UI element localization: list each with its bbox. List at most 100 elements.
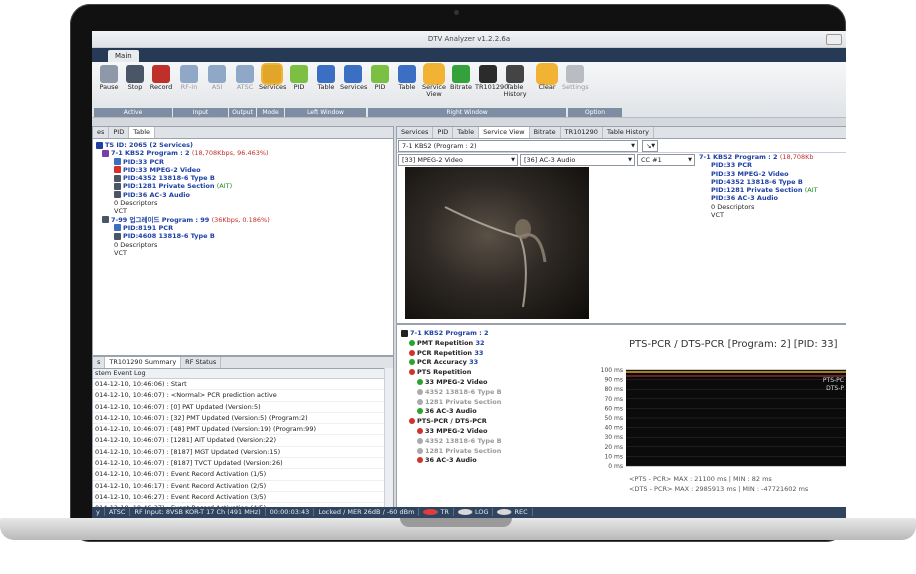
tree-row[interactable]: PID:1281 Private Section (AIT): [96, 182, 390, 190]
tr-row[interactable]: 1281 Private Section: [401, 447, 502, 457]
log-entry: 014-12-10, 10:46:07) : [32] PMT Updated …: [93, 413, 393, 425]
status-item[interactable]: TR: [419, 508, 454, 516]
stack-icon: [506, 65, 524, 83]
tab-main[interactable]: Main: [108, 50, 139, 62]
tree-row[interactable]: PID:36 AC-3 Audio: [699, 194, 818, 202]
settings-button[interactable]: Settings: [562, 65, 589, 91]
tree-row[interactable]: PID:1281 Private Section (AIT: [699, 186, 818, 194]
tree-row[interactable]: PID:8191 PCR: [96, 224, 390, 232]
status-dot: [417, 388, 423, 395]
tree-row[interactable]: 7-99 업그레이드 Program : 99 (36Kbps, 0.186%): [96, 216, 390, 224]
video-preview: [405, 167, 589, 319]
tree-row[interactable]: 0 Descriptors: [96, 199, 390, 207]
clear-button[interactable]: Clear: [534, 65, 560, 91]
table-button[interactable]: Table: [394, 65, 420, 91]
tr-row[interactable]: 4352 13818-6 Type B: [401, 388, 502, 398]
tab-bitrate[interactable]: Bitrate: [530, 127, 561, 138]
event-log-list: 014-12-10, 10:46:06) : Start 014-12-10, 1…: [93, 379, 393, 507]
tree-row[interactable]: PID:33 MPEG-2 Video: [699, 170, 818, 178]
tree-row[interactable]: PID:4608 13818-6 Type B: [96, 232, 390, 240]
tree-row[interactable]: PID:4352 13818-6 Type B: [699, 178, 818, 186]
minimize-button[interactable]: [826, 34, 842, 45]
tab-tr101290-summary[interactable]: TR101290 Summary: [105, 357, 182, 368]
tree-row[interactable]: PID:33 PCR: [96, 158, 390, 166]
log-entry: 014-12-10, 10:46:07) : [1281] AIT Update…: [93, 435, 393, 447]
tab-pid[interactable]: PID: [109, 127, 130, 138]
tree-row[interactable]: 0 Descriptors: [96, 241, 390, 249]
tree-row[interactable]: VCT: [96, 207, 390, 215]
tree-row[interactable]: PID:4352 13818-6 Type B: [96, 174, 390, 182]
status-item: Locked / MER 26dB / -60 dBm: [314, 508, 420, 516]
tr-row[interactable]: PCR Repetition 33: [401, 349, 502, 359]
tab-s[interactable]: s: [93, 357, 106, 368]
cc-select[interactable]: CC #1: [637, 154, 695, 166]
rf-in-button[interactable]: RF-In: [176, 65, 202, 91]
service-select[interactable]: 7-1 KBS2 (Program : 2): [398, 140, 638, 152]
tree-node-icon: [114, 232, 121, 240]
tree-row[interactable]: PID:33 MPEG-2 Video: [96, 166, 390, 174]
tab-table[interactable]: Table: [453, 127, 480, 138]
tr-label: 33 MPEG-2 Video: [425, 426, 488, 435]
left-top-tabs: es PID Table: [93, 127, 393, 139]
status-item[interactable]: REC: [493, 508, 533, 516]
ribbon-button-label: PID: [374, 83, 386, 91]
table-button[interactable]: Table: [313, 65, 339, 91]
video-select[interactable]: [33] MPEG-2 Video: [398, 154, 518, 166]
audio-select[interactable]: [36] AC-3 Audio: [520, 154, 635, 166]
tab-services[interactable]: Services: [397, 127, 434, 138]
tab-pid[interactable]: PID: [433, 127, 454, 138]
status-item[interactable]: LOG: [453, 508, 494, 516]
tab-service-view[interactable]: Service View: [479, 127, 530, 138]
pid-button[interactable]: PID: [367, 65, 393, 91]
tr-row[interactable]: 7-1 KBS2 Program : 2: [401, 329, 502, 339]
tree-row[interactable]: 7-1 KBS2 Program : 2 (18,708Kbps, 96.463…: [96, 149, 390, 157]
tree-row[interactable]: 7-1 KBS2 Program : 2 (18,708Kb: [699, 153, 818, 161]
tr-row[interactable]: 36 AC-3 Audio: [401, 456, 502, 466]
ribbon-button-label: Services: [259, 83, 287, 91]
tr-row[interactable]: PMT Repetition 32: [401, 339, 502, 349]
tr101290-button[interactable]: TR101290: [475, 65, 508, 91]
tr-row[interactable]: PCR Accuracy 33: [401, 358, 502, 368]
bitrate-button[interactable]: Bitrate: [448, 65, 474, 91]
tr-row[interactable]: 36 AC-3 Audio: [401, 407, 502, 417]
record-button[interactable]: Record: [148, 65, 174, 91]
tree-row[interactable]: VCT: [96, 249, 390, 257]
services-button[interactable]: Services: [340, 65, 367, 91]
tree-row[interactable]: PID:33 PCR: [699, 161, 818, 169]
warning-icon: [538, 65, 556, 83]
rec-indicator-icon: [497, 509, 513, 515]
service-go-button[interactable]: ↘: [642, 140, 659, 152]
tr-row[interactable]: 4352 13818-6 Type B: [401, 437, 502, 447]
tab-tr101290[interactable]: TR101290: [561, 127, 603, 138]
log-scrollbar[interactable]: [384, 368, 393, 507]
log-entry: 014-12-10, 10:46:06) : Start: [93, 379, 393, 391]
right-top-tabs: Services PID Table Service View Bitrate TR101…: [397, 127, 846, 139]
tr-label: PMT Repetition: [417, 338, 476, 347]
stop-button[interactable]: Stop: [122, 65, 148, 91]
tab-rf-status[interactable]: RF Status: [181, 357, 222, 368]
pause-button[interactable]: Pause: [96, 65, 122, 91]
tree-row[interactable]: PID:36 AC-3 Audio: [96, 191, 390, 199]
tr-row[interactable]: PTS Repetition: [401, 368, 502, 378]
tab-table[interactable]: Table: [129, 127, 156, 138]
tr-row[interactable]: PTS-PCR / DTS-PCR: [401, 417, 502, 427]
tree-row[interactable]: 0 Descriptors: [699, 203, 818, 211]
log-entry: 014-12-10, 10:46:07) : [8187] TVCT Updat…: [93, 458, 393, 470]
status-item: y: [92, 508, 105, 516]
tab-table-history[interactable]: Table History: [603, 127, 654, 138]
ribbon: Active Input Output Mode Left Window Right Wi…: [92, 62, 846, 118]
services-button[interactable]: Services: [259, 65, 287, 91]
tab-es[interactable]: es: [93, 127, 110, 138]
tr-row[interactable]: 1281 Private Section: [401, 398, 502, 408]
window-title: DTV Analyzer v1.2.2.6a: [427, 35, 511, 43]
pid-button[interactable]: PID: [286, 65, 312, 91]
tree-node-text: PID:33 PCR: [711, 161, 753, 170]
atsc-button[interactable]: ATSC: [232, 65, 258, 91]
tr-row[interactable]: 33 MPEG-2 Video: [401, 378, 502, 388]
table-history-button[interactable]: Table History: [502, 65, 528, 98]
tree-row[interactable]: VCT: [699, 211, 818, 219]
tree-row[interactable]: TS ID: 2065 (2 Services): [96, 141, 390, 149]
asi-button[interactable]: ASI: [204, 65, 230, 91]
tr-row[interactable]: 33 MPEG-2 Video: [401, 427, 502, 437]
service-view-button[interactable]: Service View: [421, 65, 447, 98]
